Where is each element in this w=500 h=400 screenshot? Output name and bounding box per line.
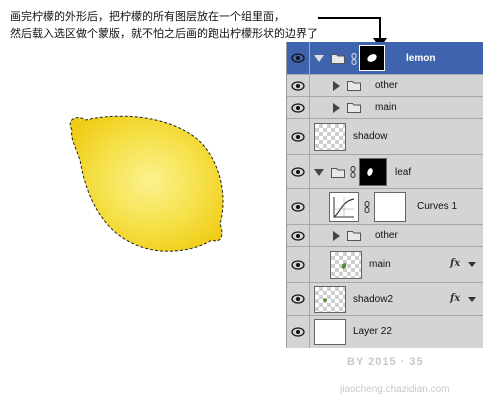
folder-icon	[331, 54, 345, 64]
shadow2-thumbnail-shape	[323, 298, 327, 302]
leaf-mask-shape	[367, 168, 373, 176]
expand-triangle-icon[interactable]	[333, 81, 340, 91]
layer-mask-thumbnail[interactable]	[374, 192, 406, 222]
visibility-toggle[interactable]	[287, 225, 310, 246]
eye-icon	[291, 80, 305, 91]
layer-row-curves-1[interactable]: Curves 1	[287, 189, 483, 225]
layer-mask-thumbnail[interactable]	[359, 45, 385, 71]
effects-toggle-icon[interactable]	[468, 297, 476, 302]
layer-row-shadow[interactable]: shadow	[287, 119, 483, 155]
visibility-toggle[interactable]	[287, 119, 310, 154]
effects-toggle-icon[interactable]	[468, 262, 476, 267]
eye-icon	[291, 131, 305, 142]
chain-link-icon[interactable]	[350, 166, 356, 178]
layer-thumbnail[interactable]	[314, 319, 346, 345]
visibility-toggle[interactable]	[287, 155, 310, 188]
layer-name: shadow2	[353, 294, 394, 305]
layer-row-main[interactable]: main	[287, 97, 483, 119]
layer-effects-icon[interactable]: fx	[450, 258, 460, 269]
folder-icon	[347, 231, 361, 241]
layer-row-other-leaf[interactable]: other	[287, 225, 483, 247]
layer-effects-icon[interactable]: fx	[450, 293, 460, 304]
eye-icon	[291, 327, 305, 337]
visibility-toggle[interactable]	[287, 97, 310, 118]
collapse-triangle-icon[interactable]	[314, 55, 324, 62]
layer-name: shadow	[353, 131, 388, 142]
layer-name: main	[375, 102, 397, 113]
expand-triangle-icon[interactable]	[333, 231, 340, 241]
visibility-toggle[interactable]	[287, 189, 310, 224]
layer-mask-thumbnail[interactable]	[359, 158, 387, 186]
collapse-triangle-icon[interactable]	[314, 169, 324, 176]
layer-name: other	[375, 80, 398, 91]
watermark: BY 2015 · 35	[347, 356, 424, 368]
folder-icon	[347, 81, 361, 91]
curves-graph	[333, 197, 355, 218]
eye-icon	[291, 201, 305, 212]
layers-panel: lemon other main shadow leaf Curves 1 ot…	[286, 42, 483, 348]
eye-icon	[291, 294, 305, 304]
lemon-shape	[62, 112, 242, 267]
chain-link-icon[interactable]	[364, 201, 370, 213]
eye-icon	[291, 230, 305, 241]
eye-icon	[291, 53, 305, 63]
layer-name: Curves 1	[417, 201, 458, 212]
lemon-mask-shape	[367, 54, 377, 62]
layer-row-lemon[interactable]: lemon	[287, 42, 483, 75]
watermark-url: jiaocheng.chazidian.com	[340, 384, 450, 395]
folder-icon	[347, 103, 361, 113]
layer-row-other[interactable]: other	[287, 75, 483, 97]
layer-thumbnail[interactable]	[330, 251, 362, 279]
layer-thumbnail[interactable]	[314, 123, 346, 151]
curves-icon[interactable]	[329, 192, 359, 222]
layer-name: leaf	[395, 167, 412, 178]
visibility-toggle[interactable]	[287, 75, 310, 96]
layer-name: main	[369, 259, 391, 270]
layer-row-shadow2[interactable]: shadow2 fx	[287, 283, 483, 316]
eye-icon	[291, 166, 305, 177]
layer-name: other	[375, 230, 398, 241]
expand-triangle-icon[interactable]	[333, 103, 340, 113]
visibility-toggle[interactable]	[287, 42, 310, 74]
folder-icon	[331, 168, 345, 178]
layer-name: lemon	[406, 53, 436, 64]
layer-name: Layer 22	[353, 326, 392, 337]
visibility-toggle[interactable]	[287, 316, 310, 348]
eye-icon	[291, 259, 305, 270]
layer-thumbnail[interactable]	[314, 286, 346, 313]
layer-row-leaf[interactable]: leaf	[287, 155, 483, 189]
visibility-toggle[interactable]	[287, 247, 310, 282]
layer-row-layer-22[interactable]: Layer 22	[287, 316, 483, 348]
visibility-toggle[interactable]	[287, 283, 310, 315]
eye-icon	[291, 102, 305, 113]
chain-link-icon[interactable]	[351, 53, 357, 65]
layer-row-main-leaf[interactable]: main fx	[287, 247, 483, 283]
leaf-thumbnail-shape	[341, 263, 347, 269]
